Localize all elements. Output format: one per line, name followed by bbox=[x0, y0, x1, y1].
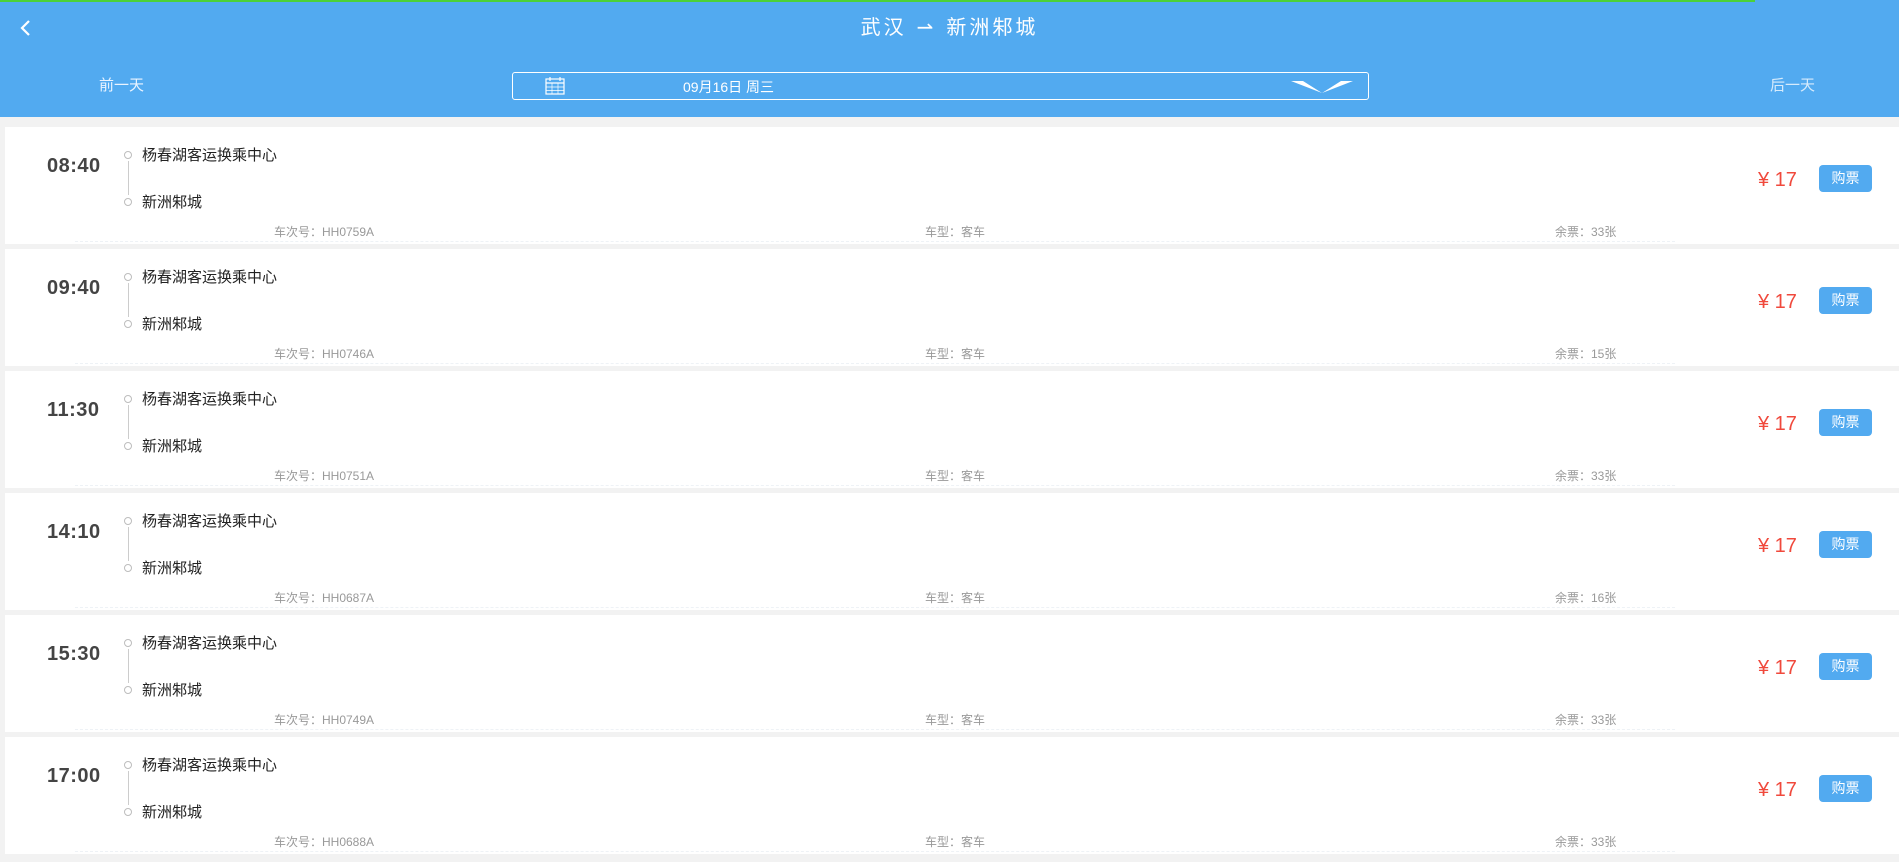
route-line bbox=[128, 649, 129, 683]
buy-ticket-button[interactable]: 购票 bbox=[1819, 531, 1872, 558]
next-day-button[interactable]: 后一天 bbox=[1770, 74, 1815, 95]
departure-time: 14:10 bbox=[47, 521, 101, 543]
loading-progress-bar bbox=[0, 0, 1755, 2]
train-number: 车次号：HH0749A bbox=[274, 713, 375, 727]
train-number: 车次号：HH0687A bbox=[274, 591, 375, 605]
train-number: 车次号：HH0746A bbox=[274, 347, 375, 361]
price: ¥ 17 bbox=[1758, 169, 1797, 191]
vehicle-type: 车型：客车 bbox=[925, 347, 986, 361]
to-station: 新洲邾城 bbox=[142, 560, 203, 577]
buy-ticket-button[interactable]: 购票 bbox=[1819, 775, 1872, 802]
vehicle-type: 车型：客车 bbox=[925, 591, 986, 605]
to-station: 新洲邾城 bbox=[142, 316, 203, 333]
to-station: 新洲邾城 bbox=[142, 194, 203, 211]
divider bbox=[75, 851, 1675, 852]
destination-dot-icon bbox=[124, 320, 132, 328]
trip-card[interactable]: 11:30 杨春湖客运换乘中心 新洲邾城 车次号：HH0751A 车型：客车 余… bbox=[5, 371, 1899, 488]
vehicle-type: 车型：客车 bbox=[925, 469, 986, 483]
destination-dot-icon bbox=[124, 442, 132, 450]
to-station: 新洲邾城 bbox=[142, 682, 203, 699]
destination-dot-icon bbox=[124, 198, 132, 206]
to-station: 新洲邾城 bbox=[142, 804, 203, 821]
trip-list: 08:40 杨春湖客运换乘中心 新洲邾城 车次号：HH0759A 车型：客车 余… bbox=[0, 127, 1899, 859]
origin-dot-icon bbox=[124, 273, 132, 281]
calendar-icon bbox=[545, 77, 565, 95]
trip-card[interactable]: 17:00 杨春湖客运换乘中心 新洲邾城 车次号：HH0688A 车型：客车 余… bbox=[5, 737, 1899, 854]
vehicle-type: 车型：客车 bbox=[925, 225, 986, 239]
remaining-tickets: 余票：33张 bbox=[1555, 713, 1617, 727]
departure-time: 11:30 bbox=[47, 399, 100, 421]
price: ¥ 17 bbox=[1758, 413, 1797, 435]
route-arrow: ⇀ bbox=[916, 17, 937, 39]
route-line bbox=[128, 771, 129, 805]
divider bbox=[75, 607, 1675, 608]
destination-dot-icon bbox=[124, 808, 132, 816]
divider bbox=[75, 241, 1675, 242]
from-station: 杨春湖客运换乘中心 bbox=[142, 757, 278, 774]
route-line bbox=[128, 283, 129, 317]
from-station: 杨春湖客运换乘中心 bbox=[142, 269, 278, 286]
chevron-down-icon bbox=[1291, 81, 1353, 93]
trip-card[interactable]: 14:10 杨春湖客运换乘中心 新洲邾城 车次号：HH0687A 车型：客车 余… bbox=[5, 493, 1899, 610]
buy-ticket-button[interactable]: 购票 bbox=[1819, 409, 1872, 436]
from-station: 杨春湖客运换乘中心 bbox=[142, 391, 278, 408]
divider bbox=[75, 729, 1675, 730]
route-line bbox=[128, 405, 129, 439]
train-number: 车次号：HH0751A bbox=[274, 469, 375, 483]
buy-ticket-button[interactable]: 购票 bbox=[1819, 653, 1872, 680]
train-number: 车次号：HH0759A bbox=[274, 225, 375, 239]
remaining-tickets: 余票：33张 bbox=[1555, 835, 1617, 849]
vehicle-type: 车型：客车 bbox=[925, 835, 986, 849]
departure-time: 09:40 bbox=[47, 277, 101, 299]
trip-card[interactable]: 15:30 杨春湖客运换乘中心 新洲邾城 车次号：HH0749A 车型：客车 余… bbox=[5, 615, 1899, 732]
from-station: 杨春湖客运换乘中心 bbox=[142, 635, 278, 652]
price: ¥ 17 bbox=[1758, 779, 1797, 801]
remaining-tickets: 余票：33张 bbox=[1555, 225, 1617, 239]
destination-city: 新洲邾城 bbox=[946, 17, 1039, 39]
departure-time: 15:30 bbox=[47, 643, 101, 665]
buy-ticket-button[interactable]: 购票 bbox=[1819, 165, 1872, 192]
remaining-tickets: 余票：15张 bbox=[1555, 347, 1617, 361]
origin-dot-icon bbox=[124, 639, 132, 647]
vehicle-type: 车型：客车 bbox=[925, 713, 986, 727]
destination-dot-icon bbox=[124, 564, 132, 572]
divider bbox=[75, 363, 1675, 364]
departure-time: 17:00 bbox=[47, 765, 101, 787]
trip-card[interactable]: 09:40 杨春湖客运换乘中心 新洲邾城 车次号：HH0746A 车型：客车 余… bbox=[5, 249, 1899, 366]
buy-ticket-button[interactable]: 购票 bbox=[1819, 287, 1872, 314]
date-selector[interactable]: 09月16日 周三 bbox=[512, 72, 1369, 100]
departure-time: 08:40 bbox=[47, 155, 101, 177]
price: ¥ 17 bbox=[1758, 291, 1797, 313]
remaining-tickets: 余票：16张 bbox=[1555, 591, 1617, 605]
date-label: 09月16日 周三 bbox=[683, 79, 775, 95]
trip-card[interactable]: 08:40 杨春湖客运换乘中心 新洲邾城 车次号：HH0759A 车型：客车 余… bbox=[5, 127, 1899, 244]
remaining-tickets: 余票：33张 bbox=[1555, 469, 1617, 483]
train-number: 车次号：HH0688A bbox=[274, 835, 375, 849]
from-station: 杨春湖客运换乘中心 bbox=[142, 147, 278, 164]
prev-day-button[interactable]: 前一天 bbox=[99, 74, 144, 95]
origin-city: 武汉 bbox=[860, 17, 907, 39]
route-line bbox=[128, 161, 129, 195]
route-line bbox=[128, 527, 129, 561]
origin-dot-icon bbox=[124, 151, 132, 159]
from-station: 杨春湖客运换乘中心 bbox=[142, 513, 278, 530]
divider bbox=[75, 485, 1675, 486]
origin-dot-icon bbox=[124, 517, 132, 525]
route-title: 武汉 ⇀ 新洲邾城 bbox=[0, 14, 1899, 42]
origin-dot-icon bbox=[124, 395, 132, 403]
destination-dot-icon bbox=[124, 686, 132, 694]
to-station: 新洲邾城 bbox=[142, 438, 203, 455]
price: ¥ 17 bbox=[1758, 535, 1797, 557]
origin-dot-icon bbox=[124, 761, 132, 769]
price: ¥ 17 bbox=[1758, 657, 1797, 679]
header-bar: 武汉 ⇀ 新洲邾城 前一天 09月16日 周三 后一天 bbox=[0, 0, 1899, 117]
